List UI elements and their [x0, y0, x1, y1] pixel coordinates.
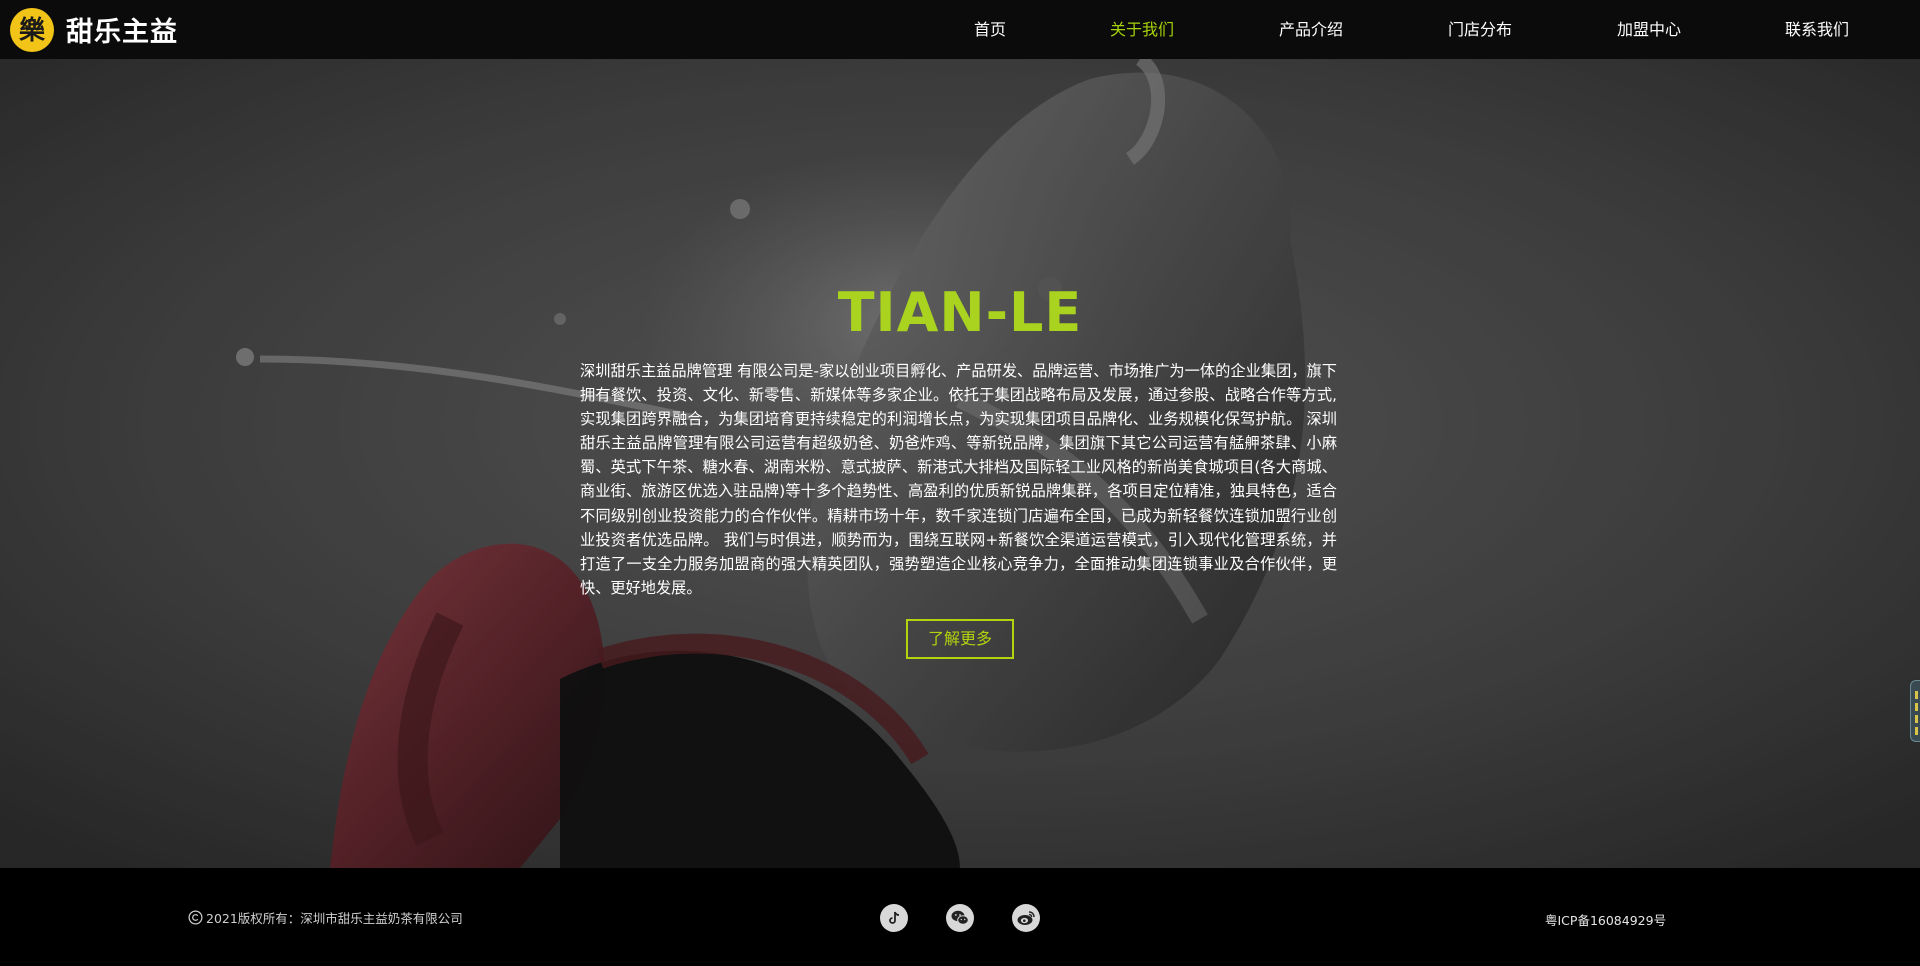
side-widget-bar	[1915, 703, 1918, 711]
nav-item-stores[interactable]: 门店分布	[1448, 0, 1512, 59]
learn-more-button[interactable]: 了解更多	[906, 619, 1014, 659]
site-header: 樂 甜乐主益 首页 关于我们 产品介绍 门店分布 加盟中心 联系我们	[0, 0, 1920, 59]
main-nav: 首页 关于我们 产品介绍 门店分布 加盟中心 联系我们	[0, 0, 1920, 59]
wechat-icon[interactable]	[946, 904, 974, 932]
nav-item-franchise[interactable]: 加盟中心	[1617, 0, 1681, 59]
side-widget-bar	[1915, 727, 1918, 735]
nav-item-about[interactable]: 关于我们	[1110, 0, 1174, 59]
hero-title: TIAN-LE	[837, 281, 1083, 344]
about-hero: TIAN-LE 深圳甜乐主益品牌管理 有限公司是-家以创业项目孵化、产品研发、品…	[0, 59, 1920, 868]
icp-license-link[interactable]: 粤ICP备16084929号	[1545, 910, 1666, 929]
nav-item-home[interactable]: 首页	[974, 0, 1006, 59]
side-float-widget[interactable]	[1910, 680, 1920, 742]
company-description: 深圳甜乐主益品牌管理 有限公司是-家以创业项目孵化、产品研发、品牌运营、市场推广…	[580, 362, 1337, 597]
weibo-icon[interactable]	[1012, 904, 1040, 932]
side-widget-bar	[1915, 715, 1918, 723]
side-widget-bar	[1915, 691, 1918, 699]
copyright-icon	[188, 910, 203, 925]
nav-item-contact[interactable]: 联系我们	[1785, 0, 1849, 59]
site-footer: 2021版权所有：深圳市甜乐主益奶茶有限公司 粤ICP备16084929号	[0, 868, 1920, 966]
copyright-text: 2021版权所有：深圳市甜乐主益奶茶有限公司	[206, 911, 463, 926]
nav-item-products[interactable]: 产品介绍	[1279, 0, 1343, 59]
copyright-notice: 2021版权所有：深圳市甜乐主益奶茶有限公司	[188, 908, 463, 927]
tiktok-icon[interactable]	[880, 904, 908, 932]
